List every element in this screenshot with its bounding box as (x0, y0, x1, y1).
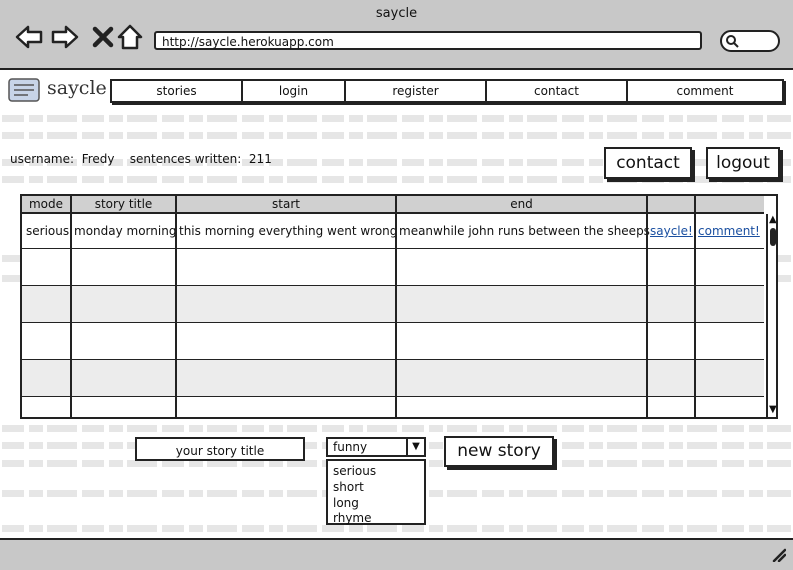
search-icon (726, 35, 739, 48)
user-info: username: Fredy sentences written: 211 (10, 152, 272, 166)
logo-icon (8, 78, 40, 102)
brand-name: saycle (47, 77, 107, 99)
mode-select[interactable]: funny ▼ (326, 437, 426, 457)
new-story-button[interactable]: new story (444, 436, 554, 467)
menu-contact[interactable]: contact (487, 81, 628, 101)
table-row (22, 249, 764, 285)
column-divider (175, 196, 177, 417)
column-divider (646, 196, 648, 417)
mode-option-short[interactable]: short (333, 480, 364, 494)
mode-select-value: funny (333, 440, 368, 454)
logout-button[interactable]: logout (706, 147, 780, 179)
column-header-action1 (648, 196, 696, 212)
column-header-mode[interactable]: mode (22, 196, 72, 212)
comment-link[interactable]: comment! (698, 224, 760, 238)
row-divider (22, 359, 764, 360)
column-header-end[interactable]: end (397, 196, 648, 212)
back-icon[interactable] (14, 22, 44, 52)
mode-option-rhyme[interactable]: rhyme (333, 511, 372, 525)
table-header: mode story title start end (22, 196, 764, 214)
column-divider (395, 196, 397, 417)
browser-search-field[interactable] (720, 30, 780, 52)
cell-mode: serious (26, 224, 70, 238)
menu-register[interactable]: register (346, 81, 487, 101)
scroll-thumb[interactable] (770, 228, 776, 246)
mode-option-serious[interactable]: serious (333, 464, 376, 478)
placeholder-text-texture (2, 132, 791, 139)
username-value: Fredy (81, 152, 115, 166)
window-title: saycle (375, 6, 418, 21)
table-scrollbar[interactable]: ▲ ▼ (766, 214, 776, 417)
column-header-title[interactable]: story title (72, 196, 177, 212)
chevron-down-icon[interactable]: ▼ (406, 439, 424, 455)
cell-title: monday morning (74, 224, 177, 238)
status-bar (0, 538, 793, 570)
story-title-input[interactable]: your story title (135, 437, 305, 461)
row-divider (22, 285, 764, 286)
column-header-start[interactable]: start (177, 196, 397, 212)
main-menu: stories login register contact comment (110, 79, 784, 103)
cell-end: meanwhile john runs between the sheeps (399, 224, 650, 238)
placeholder-text-texture (2, 115, 791, 122)
close-icon[interactable] (88, 22, 118, 52)
table-row (22, 286, 764, 322)
row-divider (22, 396, 764, 397)
column-divider (70, 196, 72, 417)
placeholder-text-texture (2, 425, 791, 432)
table-row (22, 397, 764, 417)
placeholder-text-texture (2, 525, 791, 532)
table-row (22, 323, 764, 359)
table-row[interactable]: serious monday morning this morning ever… (22, 214, 764, 248)
cell-start: this morning everything went wrong (179, 224, 398, 238)
url-bar[interactable]: http://saycle.herokuapp.com (154, 31, 702, 50)
saycle-link[interactable]: saycle! (650, 224, 693, 238)
scroll-down-icon[interactable]: ▼ (769, 404, 776, 415)
mode-option-long[interactable]: long (333, 496, 359, 510)
forward-icon[interactable] (50, 22, 80, 52)
sentences-value: 211 (248, 152, 272, 166)
mode-options-list: serious short long rhyme (326, 459, 426, 525)
table-row (22, 360, 764, 396)
menu-comment[interactable]: comment (628, 81, 782, 101)
resize-icon[interactable] (770, 546, 786, 562)
home-icon[interactable] (115, 22, 145, 52)
menu-login[interactable]: login (243, 81, 346, 101)
row-divider (22, 248, 764, 249)
menu-stories[interactable]: stories (112, 81, 243, 101)
column-header-action2 (696, 196, 764, 212)
row-divider (22, 322, 764, 323)
contact-button[interactable]: contact (604, 147, 692, 179)
stories-table: serious monday morning this morning ever… (20, 194, 778, 419)
username-label: username: (10, 152, 75, 166)
sentences-label: sentences written: (129, 152, 242, 166)
column-divider (694, 196, 696, 417)
scroll-up-icon[interactable]: ▲ (769, 214, 776, 225)
